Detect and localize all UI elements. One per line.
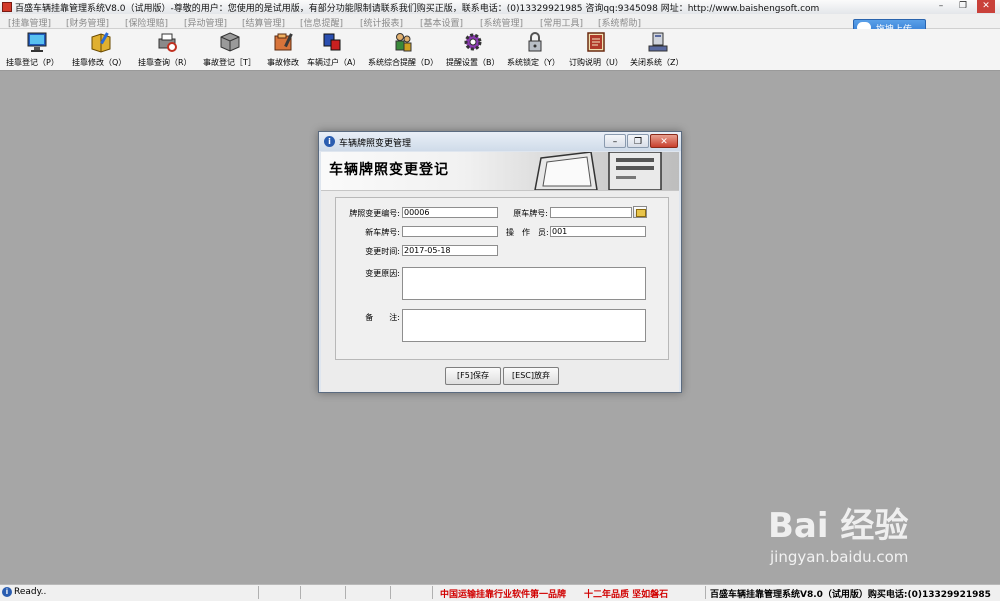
operator-label: 操 作 员: — [506, 228, 549, 237]
watermark-url: jingyan.baidu.com — [770, 548, 909, 566]
status-divider — [390, 586, 391, 599]
change-time-field[interactable]: 2017-05-18 — [402, 245, 498, 256]
restore-button[interactable]: ❐ — [954, 0, 972, 13]
menu-reminder[interactable]: [信息提醒] — [300, 16, 343, 29]
old-plate-browse-button[interactable] — [633, 206, 647, 218]
toolbar-lock-label: 系统锁定（Y） — [507, 58, 560, 67]
menu-system[interactable]: [系统管理] — [480, 16, 523, 29]
operator-field[interactable]: 001 — [550, 226, 646, 237]
status-slogan: 中国运输挂靠行业软件第一品牌 十二年品质 坚如磐石 — [440, 590, 669, 600]
change-no-field[interactable]: 00006 — [402, 207, 498, 218]
toolbar-register-button[interactable]: 挂靠登记（P） — [6, 31, 68, 69]
dialog-maximize-button[interactable]: ❐ — [627, 134, 649, 148]
toolbar: 挂靠登记（P） 挂靠修改（Q） 挂靠查询（R） 事故登记［T］ 事故修改 车辆过… — [0, 29, 1000, 71]
info-icon: i — [324, 136, 335, 147]
dialog-close-button[interactable]: ✕ — [650, 134, 678, 148]
toolbar-reminder-button[interactable]: 系统综合提醒（D） — [368, 31, 440, 69]
toolbar-query-button[interactable]: 挂靠查询（R） — [138, 31, 198, 69]
change-reason-label: 变更原因: — [365, 269, 400, 278]
status-divider — [345, 586, 346, 599]
status-ready: Ready.. — [14, 587, 47, 597]
menu-finance[interactable]: [财务管理] — [66, 16, 109, 29]
menu-insurance[interactable]: [保险理赔] — [125, 16, 168, 29]
menu-guakao[interactable]: [挂靠管理] — [8, 16, 51, 29]
menu-reports[interactable]: [统计报表] — [360, 16, 403, 29]
lock-icon — [528, 32, 542, 52]
status-divider — [705, 586, 706, 599]
toolbar-register-label: 挂靠登记（P） — [6, 58, 59, 67]
folder-edit-icon — [274, 33, 293, 51]
status-bar: i Ready.. 中国运输挂靠行业软件第一品牌 十二年品质 坚如磐石 百盛车辆… — [0, 584, 1000, 601]
baidu-watermark: Bai 经验 jingyan.baidu.com — [768, 490, 988, 580]
computer-illustration-icon — [534, 152, 662, 190]
plate-change-dialog: i 车辆牌照变更管理 – ❐ ✕ 车辆牌照变更登记 牌照变更编号: 00006 … — [318, 131, 682, 393]
menu-bar: [挂靠管理] [财务管理] [保险理赔] [异动管理] [结算管理] [信息提醒… — [0, 14, 1000, 29]
toolbar-reminder-settings-button[interactable]: 提醒设置（B） — [446, 31, 502, 69]
save-button[interactable]: [F5]保存 — [445, 367, 501, 385]
toolbar-lock-button[interactable]: 系统锁定（Y） — [507, 31, 563, 69]
computer-icon — [648, 32, 668, 52]
toolbar-modify-button[interactable]: 挂靠修改（Q） — [72, 31, 132, 69]
status-divider — [258, 586, 259, 599]
change-reason-textarea[interactable] — [402, 267, 646, 300]
menu-change[interactable]: [异动管理] — [184, 16, 227, 29]
new-plate-field[interactable] — [402, 226, 498, 237]
people-icon — [395, 33, 412, 52]
status-product-info: 百盛车辆挂靠管理系统V8.0（试用版）购买电话:(0)13329921985 — [710, 590, 991, 600]
toolbar-reminder-label: 系统综合提醒（D） — [368, 58, 439, 67]
change-no-label: 牌照变更编号: — [349, 209, 400, 218]
menu-help[interactable]: [系统帮助] — [598, 16, 641, 29]
menu-settlement[interactable]: [结算管理] — [242, 16, 285, 29]
toolbar-accident-register-button[interactable]: 事故登记［T］ — [203, 31, 263, 69]
toolbar-accident-modify-label: 事故修改 — [267, 58, 299, 67]
document-icon — [587, 32, 605, 52]
toolbar-accident-register-label: 事故登记［T］ — [203, 58, 256, 67]
remark-textarea[interactable] — [402, 309, 646, 342]
dialog-banner: 车辆牌照变更登记 — [321, 152, 679, 191]
gear-icon — [464, 33, 482, 51]
dialog-client: 车辆牌照变更登记 牌照变更编号: 00006 原车牌号: 新车牌号: 操 作 员… — [321, 152, 679, 392]
toolbar-modify-label: 挂靠修改（Q） — [72, 58, 127, 67]
dialog-minimize-button[interactable]: – — [604, 134, 626, 148]
status-divider — [300, 586, 301, 599]
toolbar-order-info-button[interactable]: 订购说明（U） — [569, 31, 625, 69]
info-icon: i — [2, 587, 12, 597]
status-divider — [432, 586, 433, 599]
banner-title: 车辆牌照变更登记 — [329, 162, 449, 178]
dialog-title: 车辆牌照变更管理 — [339, 139, 412, 149]
discard-button[interactable]: [ESC]放弃 — [503, 367, 559, 385]
old-plate-label: 原车牌号: — [513, 209, 548, 218]
toolbar-exit-label: 关闭系统（Z） — [630, 58, 684, 67]
menu-basic-settings[interactable]: [基本设置] — [420, 16, 463, 29]
app-icon — [2, 2, 12, 12]
minimize-button[interactable]: – — [932, 0, 950, 13]
monitor-icon — [27, 32, 47, 52]
toolbar-reminder-settings-label: 提醒设置（B） — [446, 58, 500, 67]
remark-label: 备 注: — [365, 313, 400, 322]
new-plate-label: 新车牌号: — [365, 228, 400, 237]
toolbar-transfer-button[interactable]: 车辆过户（A） — [307, 31, 363, 69]
old-plate-field[interactable] — [550, 207, 632, 218]
dialog-titlebar: i 车辆牌照变更管理 – ❐ ✕ — [319, 132, 681, 151]
cube-icon — [220, 32, 240, 52]
toolbar-exit-button[interactable]: 关闭系统（Z） — [630, 31, 686, 69]
watermark-brand: Bai 经验 — [768, 506, 909, 546]
toolbar-accident-modify-button[interactable]: 事故修改 — [267, 31, 307, 69]
window-title: 百盛车辆挂靠管理系统V8.0（试用版）-尊敬的用户：您使用的是试用版，有部分功能… — [15, 4, 820, 14]
toolbar-order-info-label: 订购说明（U） — [569, 58, 623, 67]
window-titlebar: 百盛车辆挂靠管理系统V8.0（试用版）-尊敬的用户：您使用的是试用版，有部分功能… — [0, 0, 1000, 15]
book-edit-icon — [91, 32, 111, 53]
folder-icon — [636, 209, 646, 217]
close-button[interactable]: ✕ — [977, 0, 995, 13]
menu-tools[interactable]: [常用工具] — [540, 16, 583, 29]
printer-search-icon — [158, 33, 177, 52]
change-time-label: 变更时间: — [365, 247, 400, 256]
toolbar-query-label: 挂靠查询（R） — [138, 58, 192, 67]
transfer-icon — [323, 33, 341, 51]
toolbar-transfer-label: 车辆过户（A） — [307, 58, 361, 67]
form-panel: 牌照变更编号: 00006 原车牌号: 新车牌号: 操 作 员: 001 变更时… — [335, 197, 669, 360]
